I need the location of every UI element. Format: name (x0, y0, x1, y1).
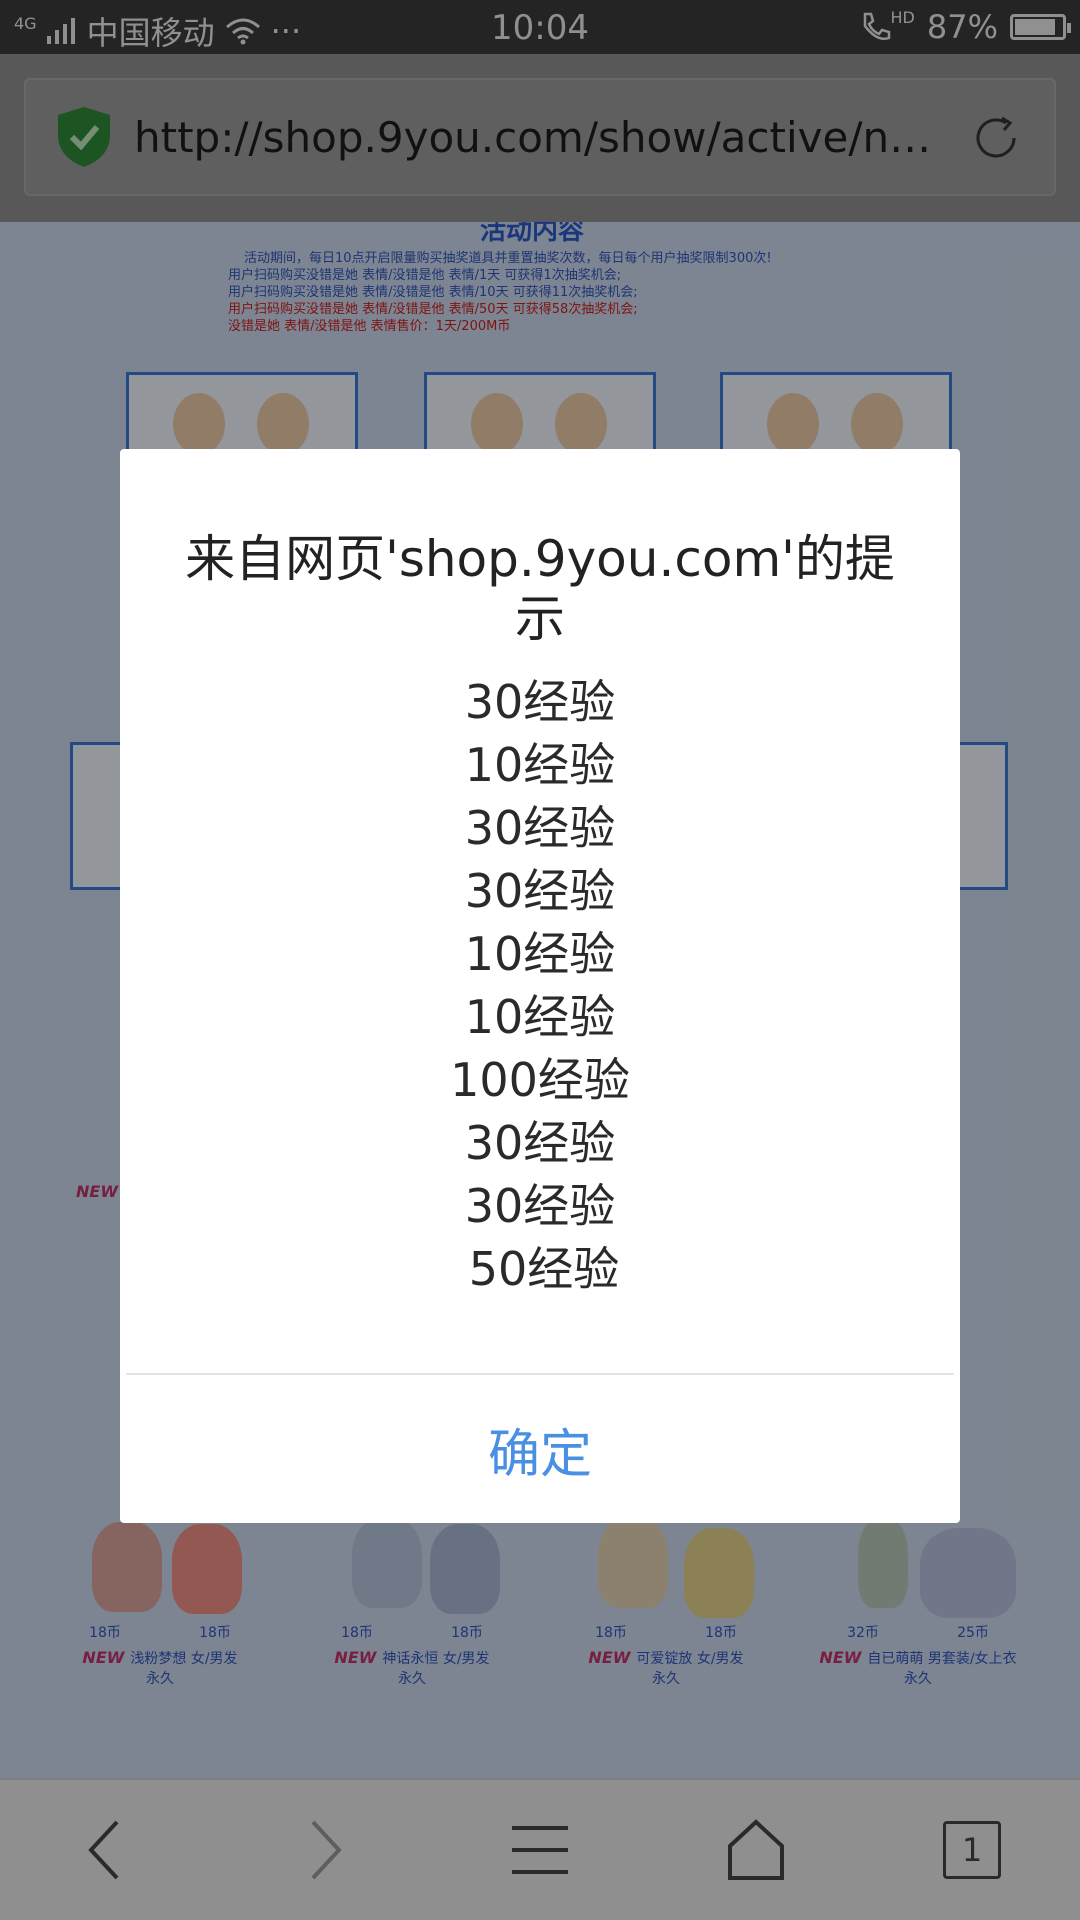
message-line: 100经验 (450, 1053, 630, 1107)
ok-button[interactable]: 确定 (120, 1375, 960, 1523)
message-line: 10经验 (464, 927, 616, 981)
message-line: 10经验 (464, 990, 616, 1044)
browser-bottom-nav: 1 (0, 1778, 1080, 1920)
message-line: 50经验 (468, 1242, 620, 1296)
home-icon (728, 1819, 784, 1880)
dialog-title: 来自网页'shop.9you.com'的提示 (185, 530, 895, 648)
menu-button[interactable] (500, 1810, 580, 1890)
message-line: 30经验 (464, 1179, 616, 1233)
chevron-left-icon (88, 1820, 119, 1880)
alert-dialog: 来自网页'shop.9you.com'的提示 30经验 10经验 30经验 30… (120, 449, 960, 1523)
message-line: 30经验 (464, 1116, 616, 1170)
message-line: 10经验 (464, 738, 616, 792)
forward-button[interactable] (284, 1810, 364, 1890)
home-button[interactable] (716, 1810, 796, 1890)
message-line: 30经验 (464, 864, 616, 918)
message-line: 30经验 (464, 801, 616, 855)
dialog-message: 30经验 10经验 30经验 30经验 10经验 10经验 100经验 30经验… (120, 671, 960, 1301)
tabs-button[interactable]: 1 (932, 1810, 1012, 1890)
menu-icon (512, 1826, 568, 1874)
tab-count: 1 (943, 1821, 1001, 1879)
back-button[interactable] (66, 1810, 146, 1890)
message-line: 30经验 (464, 675, 616, 729)
chevron-right-icon (311, 1820, 342, 1880)
